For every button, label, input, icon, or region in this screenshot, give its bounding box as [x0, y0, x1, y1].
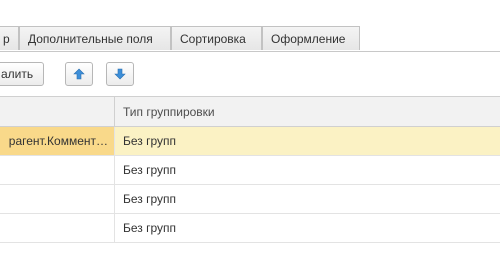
column-divider — [114, 185, 115, 213]
column-header-group-type[interactable]: Тип группировки — [123, 97, 215, 127]
settings-panel: р Дополнительные поля Сортировка Оформле… — [0, 0, 500, 278]
delete-button-label: алить — [1, 67, 34, 81]
table-header: Тип группировки — [0, 96, 500, 127]
table-row[interactable]: Без групп — [0, 214, 500, 243]
arrow-down-icon — [114, 68, 126, 80]
field-cell[interactable] — [0, 156, 114, 184]
group-type-cell[interactable]: Без групп — [123, 214, 176, 242]
column-divider — [114, 156, 115, 184]
tab-label: Дополнительные поля — [28, 32, 153, 46]
table-row[interactable]: Без групп — [0, 185, 500, 214]
column-divider — [114, 127, 115, 155]
field-cell[interactable] — [0, 214, 114, 242]
tab-sorting[interactable]: Сортировка — [171, 26, 262, 50]
tab-label: Оформление — [271, 32, 346, 46]
field-cell[interactable]: рагент.Коммент… — [0, 127, 114, 155]
group-type-cell[interactable]: Без групп — [123, 185, 176, 213]
field-cell[interactable] — [0, 185, 114, 213]
move-down-button[interactable] — [106, 62, 134, 86]
group-type-cell[interactable]: Без групп — [123, 156, 176, 184]
tab-label: Сортировка — [180, 32, 246, 46]
delete-button[interactable]: алить — [0, 62, 44, 86]
column-divider — [114, 97, 115, 126]
tab-label: р — [3, 32, 10, 46]
field-value: рагент.Коммент… — [8, 134, 108, 148]
arrow-up-icon — [73, 68, 85, 80]
move-up-button[interactable] — [65, 62, 93, 86]
group-type-cell[interactable]: Без групп — [123, 127, 176, 155]
tab-partial[interactable]: р — [0, 26, 19, 50]
table-row[interactable]: рагент.Коммент… Без групп — [0, 127, 500, 156]
table-row[interactable]: Без групп — [0, 156, 500, 185]
column-divider — [114, 214, 115, 242]
tab-appearance[interactable]: Оформление — [262, 26, 360, 50]
tab-additional-fields[interactable]: Дополнительные поля — [19, 26, 171, 50]
tab-underline — [0, 51, 500, 52]
